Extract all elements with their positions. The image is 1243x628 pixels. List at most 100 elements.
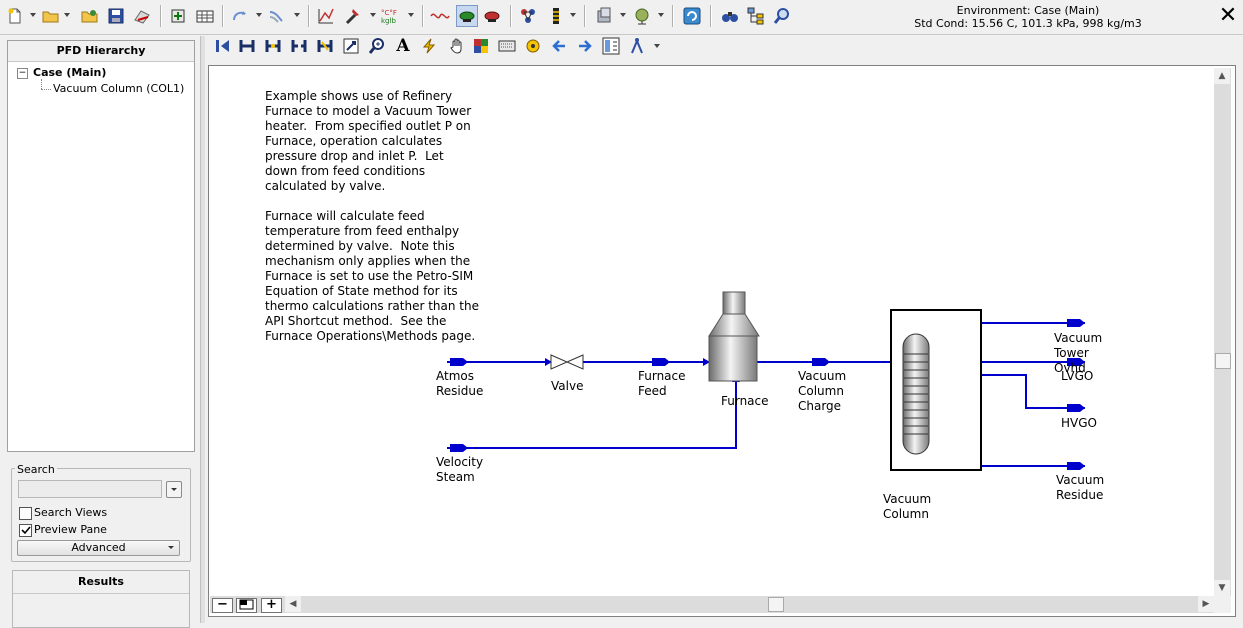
scroll-right-icon[interactable]: ▶ [1198,596,1214,612]
scroll-up-icon[interactable]: ▲ [1214,68,1230,84]
vacuum-column-icon[interactable] [890,309,982,471]
refresh-icon[interactable] [682,6,702,26]
search-dropdown-button[interactable] [166,481,182,498]
database-dropdown-icon[interactable] [620,13,626,17]
open-dropdown-icon[interactable] [64,13,70,17]
preview-pane-checkbox[interactable] [19,524,32,537]
recycle-dropdown-icon[interactable] [256,13,262,17]
globe-dropdown-icon[interactable] [658,13,664,17]
vertical-scrollbar[interactable]: ▲ ▼ [1214,68,1231,596]
units-icon[interactable]: °C°F kglb [380,6,400,26]
scroll-left-icon[interactable]: ◀ [285,596,301,612]
pfd-forward-icon[interactable] [576,37,594,55]
tools-dropdown-icon[interactable] [370,13,376,17]
vertical-scroll-thumb[interactable] [1215,353,1231,369]
horizontal-scrollbar[interactable]: ◀ ▶ [210,596,1214,613]
pfd-pane-icon[interactable] [602,37,620,55]
pfd-collapse-icon[interactable] [214,37,232,55]
hvgo-stream-arrow[interactable] [1067,404,1085,412]
pfd-keyboard-icon[interactable] [498,37,516,55]
pfd-size-icon[interactable] [342,37,360,55]
svg-text:kglb: kglb [381,17,396,25]
main-toolbar: °C°F kglb Environment: Case (Main) Std C… [0,0,1243,35]
units-dropdown-icon[interactable] [408,13,414,17]
advanced-button[interactable]: Advanced [17,540,180,556]
pfd-text-icon[interactable]: A [394,36,412,56]
column-icon[interactable] [546,6,566,26]
pfd-zoom-icon[interactable] [368,37,386,55]
furnace-feed-stream-arrow[interactable] [652,358,670,366]
label-ovhd-2: Tower [1053,346,1089,360]
horizontal-scroll-thumb[interactable] [768,597,784,612]
column-dropdown-icon[interactable] [570,13,576,17]
label-hvgo: HVGO [1061,416,1097,430]
tools-icon[interactable] [342,6,362,26]
scroll-down-icon[interactable]: ▼ [1214,580,1230,596]
database-icon[interactable] [594,6,614,26]
binoculars-icon[interactable] [720,6,740,26]
print-icon[interactable] [132,6,152,26]
pfd-route-icon[interactable] [316,37,334,55]
pfd-pan-icon[interactable] [448,37,466,55]
pfd-alt-view-icon[interactable] [482,6,502,26]
recycle-icon[interactable] [230,6,250,26]
pfd-hierarchy-panel: PFD Hierarchy − Case (Main) Vacuum Colum… [7,40,195,452]
zoom-fit-button[interactable] [236,598,257,613]
pfd-break-icon[interactable] [290,37,308,55]
velocity-steam-stream-arrow[interactable] [450,444,468,452]
label-charge-1: Vacuum [798,369,846,383]
chart-icon[interactable] [316,6,336,26]
preview-pane-label: Preview Pane [34,523,107,536]
panel-splitter[interactable] [200,36,205,623]
pfd-compass-icon[interactable] [628,37,646,55]
label-residue-1: Vacuum [1056,473,1104,487]
zoom-out-button[interactable]: − [212,598,233,613]
tree-collapse-icon[interactable]: − [17,68,28,79]
column-charge-stream-arrow[interactable] [812,358,830,366]
label-atmos-residue-1: Atmos [436,369,474,383]
stream-velocity-steam-line[interactable] [447,376,737,449]
pfd-attach-mode-icon[interactable] [264,37,282,55]
tree-item-vacuum-column[interactable]: Vacuum Column (COL1) [53,82,184,95]
globe-icon[interactable] [632,6,652,26]
pfd-attach-icon[interactable] [238,37,256,55]
new-dropdown-icon[interactable] [30,13,36,17]
valve-icon[interactable] [550,354,584,370]
label-atmos-residue-2: Residue [436,384,483,398]
pfd-compass-dropdown-icon[interactable] [654,44,660,48]
zoom-search-icon[interactable] [772,6,792,26]
environment-label: Environment: Case (Main) [956,4,1100,17]
pfd-settings-icon[interactable] [524,37,542,55]
svg-text:°C°F: °C°F [381,9,397,17]
label-velocity-steam-1: Velocity [436,455,483,469]
pfd-view-icon[interactable] [456,5,478,27]
save-icon[interactable] [106,6,126,26]
new-case-icon[interactable] [5,6,25,26]
adjust-icon[interactable] [266,6,286,26]
atmos-residue-stream-arrow[interactable] [450,358,468,366]
label-vacuum-column-2: Column [883,507,929,521]
hierarchy-icon[interactable] [746,6,766,26]
workbook-icon[interactable] [195,6,215,26]
residue-stream-arrow[interactable] [1067,462,1085,470]
stream-icon[interactable] [430,6,450,26]
search-views-checkbox[interactable] [19,507,32,520]
pfd-lightning-icon[interactable] [420,37,438,55]
open-recent-icon[interactable] [80,6,100,26]
tree-root-case-main[interactable]: Case (Main) [33,66,106,79]
adjust-dropdown-icon[interactable] [294,13,300,17]
solver-icon[interactable] [168,6,188,26]
pfd-color-scheme-icon[interactable] [472,37,490,55]
checkmark-icon [21,526,31,535]
furnace-icon[interactable] [708,291,760,382]
open-folder-icon[interactable] [41,6,61,26]
left-panel: PFD Hierarchy − Case (Main) Vacuum Colum… [0,36,200,628]
pfd-toolbar [205,35,1243,63]
zoom-in-button[interactable]: + [261,598,282,613]
pfd-back-icon[interactable] [550,37,568,55]
ovhd-stream-arrow[interactable] [1067,319,1085,327]
search-input[interactable] [18,480,162,498]
close-icon[interactable]: ✕ [1218,5,1238,27]
pfd-canvas[interactable]: Example shows use of Refinery Furnace to… [208,65,1236,617]
components-icon[interactable] [518,6,538,26]
